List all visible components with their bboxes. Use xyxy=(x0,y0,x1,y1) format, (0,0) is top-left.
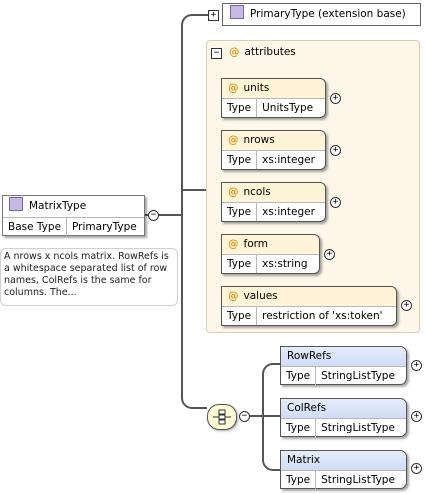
attribute-type-row: Type xs:string xyxy=(222,255,319,273)
type-value: xs:string xyxy=(262,258,308,270)
attribute-name: ncols xyxy=(243,186,271,198)
attribute-header: @ ncols xyxy=(222,183,325,203)
attribute-type-row: Type xs:integer xyxy=(222,151,325,169)
matrix-type-name: MatrixType xyxy=(29,200,87,212)
type-label: Type xyxy=(222,307,258,325)
base-type-value: PrimaryType xyxy=(72,221,137,233)
element-type-row: Type StringListType xyxy=(281,419,406,437)
at-icon: @ xyxy=(229,46,240,58)
at-icon: @ xyxy=(228,82,239,94)
attribute-type-row: Type xs:integer xyxy=(222,203,325,221)
sequence-icon[interactable] xyxy=(207,404,237,430)
type-value: StringListType xyxy=(321,422,395,434)
expand-rowrefs-icon[interactable]: + xyxy=(411,360,422,371)
complex-type-icon xyxy=(230,5,244,19)
attribute-header: @ values xyxy=(222,287,396,307)
at-icon: @ xyxy=(228,238,239,250)
type-value: xs:integer xyxy=(262,154,315,166)
attributes-group-header: @ attributes xyxy=(229,46,296,58)
attribute-values[interactable]: @ values Type restriction of 'xs:token' xyxy=(221,286,397,326)
attribute-name: units xyxy=(243,82,270,94)
documentation-note: A nrows x ncols matrix. RowRefs is a whi… xyxy=(0,248,178,306)
element-header: ColRefs xyxy=(281,399,406,419)
attribute-units[interactable]: @ units Type UnitsType xyxy=(221,78,326,118)
type-label: Type xyxy=(281,367,317,385)
attribute-name: form xyxy=(243,238,268,250)
expand-ncols-icon[interactable]: + xyxy=(330,197,341,208)
attribute-header: @ form xyxy=(222,235,319,255)
element-type-row: Type StringListType xyxy=(281,367,406,385)
type-value: xs:integer xyxy=(262,206,315,218)
expand-extension-icon[interactable]: + xyxy=(208,10,219,21)
expand-values-icon[interactable]: + xyxy=(401,300,412,311)
attribute-name: nrows xyxy=(243,134,275,146)
element-rowrefs[interactable]: RowRefs Type StringListType xyxy=(280,346,407,385)
element-type-row: Type StringListType xyxy=(281,471,406,489)
attributes-group-label: attributes xyxy=(244,46,296,58)
expand-matrix-icon[interactable]: + xyxy=(411,463,422,474)
type-value: StringListType xyxy=(321,370,395,382)
attribute-name: values xyxy=(243,290,278,302)
at-icon: @ xyxy=(228,186,239,198)
matrix-type-box[interactable]: MatrixType Base Type PrimaryType xyxy=(2,195,145,236)
extension-base-label: PrimaryType (extension base) xyxy=(250,8,406,20)
expand-nrows-icon[interactable]: + xyxy=(330,145,341,156)
attribute-form[interactable]: @ form Type xs:string xyxy=(221,234,320,274)
base-type-label: Base Type xyxy=(3,218,68,236)
collapse-attributes-icon[interactable]: − xyxy=(211,48,222,59)
attribute-type-row: Type UnitsType xyxy=(222,99,325,117)
type-label: Type xyxy=(222,255,258,273)
element-matrix[interactable]: Matrix Type StringListType xyxy=(280,450,407,489)
at-icon: @ xyxy=(228,290,239,302)
type-value: StringListType xyxy=(321,474,395,486)
collapse-sequence-icon[interactable]: − xyxy=(239,411,250,422)
type-label: Type xyxy=(222,99,258,117)
type-value: restriction of 'xs:token' xyxy=(262,310,383,322)
matrix-type-header: MatrixType xyxy=(3,196,144,218)
expand-colrefs-icon[interactable]: + xyxy=(411,411,422,422)
type-value: UnitsType xyxy=(262,102,314,114)
element-colrefs[interactable]: ColRefs Type StringListType xyxy=(280,398,407,437)
at-icon: @ xyxy=(228,134,239,146)
attribute-nrows[interactable]: @ nrows Type xs:integer xyxy=(221,130,326,170)
type-label: Type xyxy=(281,419,317,437)
attribute-header: @ units xyxy=(222,79,325,99)
attribute-type-row: Type restriction of 'xs:token' xyxy=(222,307,396,325)
base-type-row: Base Type PrimaryType xyxy=(3,218,144,236)
type-label: Type xyxy=(222,151,258,169)
expand-form-icon[interactable]: + xyxy=(324,249,335,260)
attribute-ncols[interactable]: @ ncols Type xs:integer xyxy=(221,182,326,222)
type-label: Type xyxy=(281,471,317,489)
extension-base-box[interactable]: PrimaryType (extension base) xyxy=(222,3,421,26)
complex-type-icon xyxy=(9,197,23,211)
sequence-glyph xyxy=(213,409,231,425)
attribute-header: @ nrows xyxy=(222,131,325,151)
expand-units-icon[interactable]: + xyxy=(330,93,341,104)
type-label: Type xyxy=(222,203,258,221)
element-header: RowRefs xyxy=(281,347,406,367)
collapse-matrix-type-icon[interactable]: − xyxy=(148,210,159,221)
element-header: Matrix xyxy=(281,451,406,471)
